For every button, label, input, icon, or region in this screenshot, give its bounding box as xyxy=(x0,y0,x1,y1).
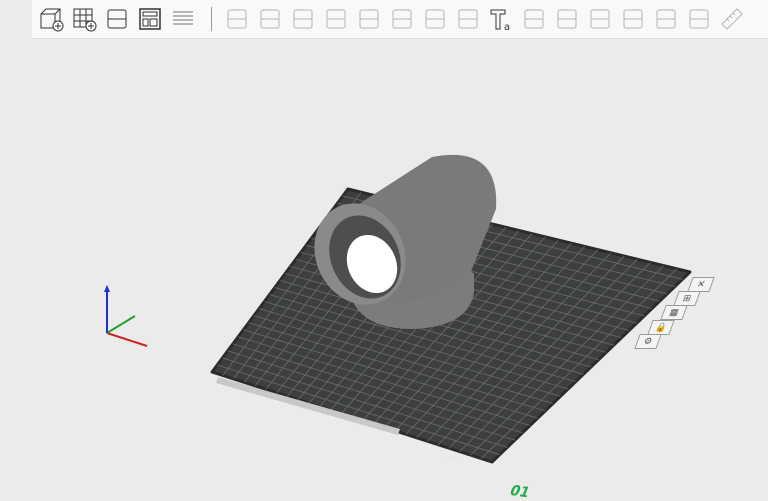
auto-orient-button[interactable] xyxy=(102,4,132,34)
text-button[interactable]: a xyxy=(486,4,516,34)
fit-to-bed-button[interactable] xyxy=(585,4,615,34)
orient-plate-icon: ▦ xyxy=(667,307,681,318)
mesh-boolean-icon xyxy=(392,9,412,29)
add-plate-button[interactable] xyxy=(69,4,99,34)
layers-button[interactable] xyxy=(168,4,198,34)
lay-on-face-icon xyxy=(326,9,346,29)
split-to-objects-icon xyxy=(656,9,676,29)
plate-settings-icon: ⚙ xyxy=(642,336,654,347)
arrange-icon xyxy=(139,8,161,30)
add-object-button[interactable] xyxy=(36,4,66,34)
scale-icon xyxy=(293,9,313,29)
add-object-icon xyxy=(40,8,64,32)
move-button[interactable] xyxy=(222,4,252,34)
plate-notch xyxy=(440,455,465,463)
lock-plate-icon: 🔒 xyxy=(653,322,669,333)
move-icon xyxy=(227,9,247,29)
split-to-parts-button[interactable] xyxy=(684,4,714,34)
cut-button[interactable] xyxy=(354,4,384,34)
color-paint-button[interactable] xyxy=(453,4,483,34)
text-icon: a xyxy=(490,9,510,32)
seam-paint-button[interactable] xyxy=(519,4,549,34)
auto-orient-icon xyxy=(107,9,127,29)
lay-on-face-button[interactable] xyxy=(321,4,351,34)
split-objects-button[interactable] xyxy=(552,4,582,34)
y-axis xyxy=(106,315,136,334)
cut-icon xyxy=(359,9,379,29)
split-to-objects-button[interactable] xyxy=(651,4,681,34)
measure-button[interactable] xyxy=(717,4,747,34)
add-plate-icon xyxy=(73,8,97,32)
arrange-button[interactable] xyxy=(135,4,165,34)
3d-viewport[interactable]: 01 ✕ ⊞ ▦ 🔒 ⚙ xyxy=(0,39,768,501)
rotate-button[interactable] xyxy=(255,4,285,34)
mesh-boolean-button[interactable] xyxy=(387,4,417,34)
color-paint-icon xyxy=(458,9,478,29)
seam-paint-icon xyxy=(524,9,544,29)
support-paint-button[interactable] xyxy=(420,4,450,34)
auto-arrange-plate-icon: ⊞ xyxy=(681,293,693,304)
scale-button[interactable] xyxy=(288,4,318,34)
z-axis-arrow xyxy=(104,285,110,292)
svg-text:a: a xyxy=(504,22,510,32)
build-plate-scene xyxy=(104,154,692,464)
toolbar-separator xyxy=(211,7,212,31)
variable-layer-height-icon xyxy=(623,9,643,29)
close-plate-icon: ✕ xyxy=(695,279,707,290)
x-axis xyxy=(106,332,148,347)
split-to-parts-icon xyxy=(689,9,709,29)
layers-icon xyxy=(173,11,193,25)
fit-to-bed-icon xyxy=(590,9,610,29)
measure-icon xyxy=(721,8,743,30)
support-paint-icon xyxy=(425,9,445,29)
rotate-icon xyxy=(260,9,280,29)
variable-layer-height-button[interactable] xyxy=(618,4,648,34)
main-toolbar: a xyxy=(32,0,768,39)
split-objects-icon xyxy=(557,9,577,29)
